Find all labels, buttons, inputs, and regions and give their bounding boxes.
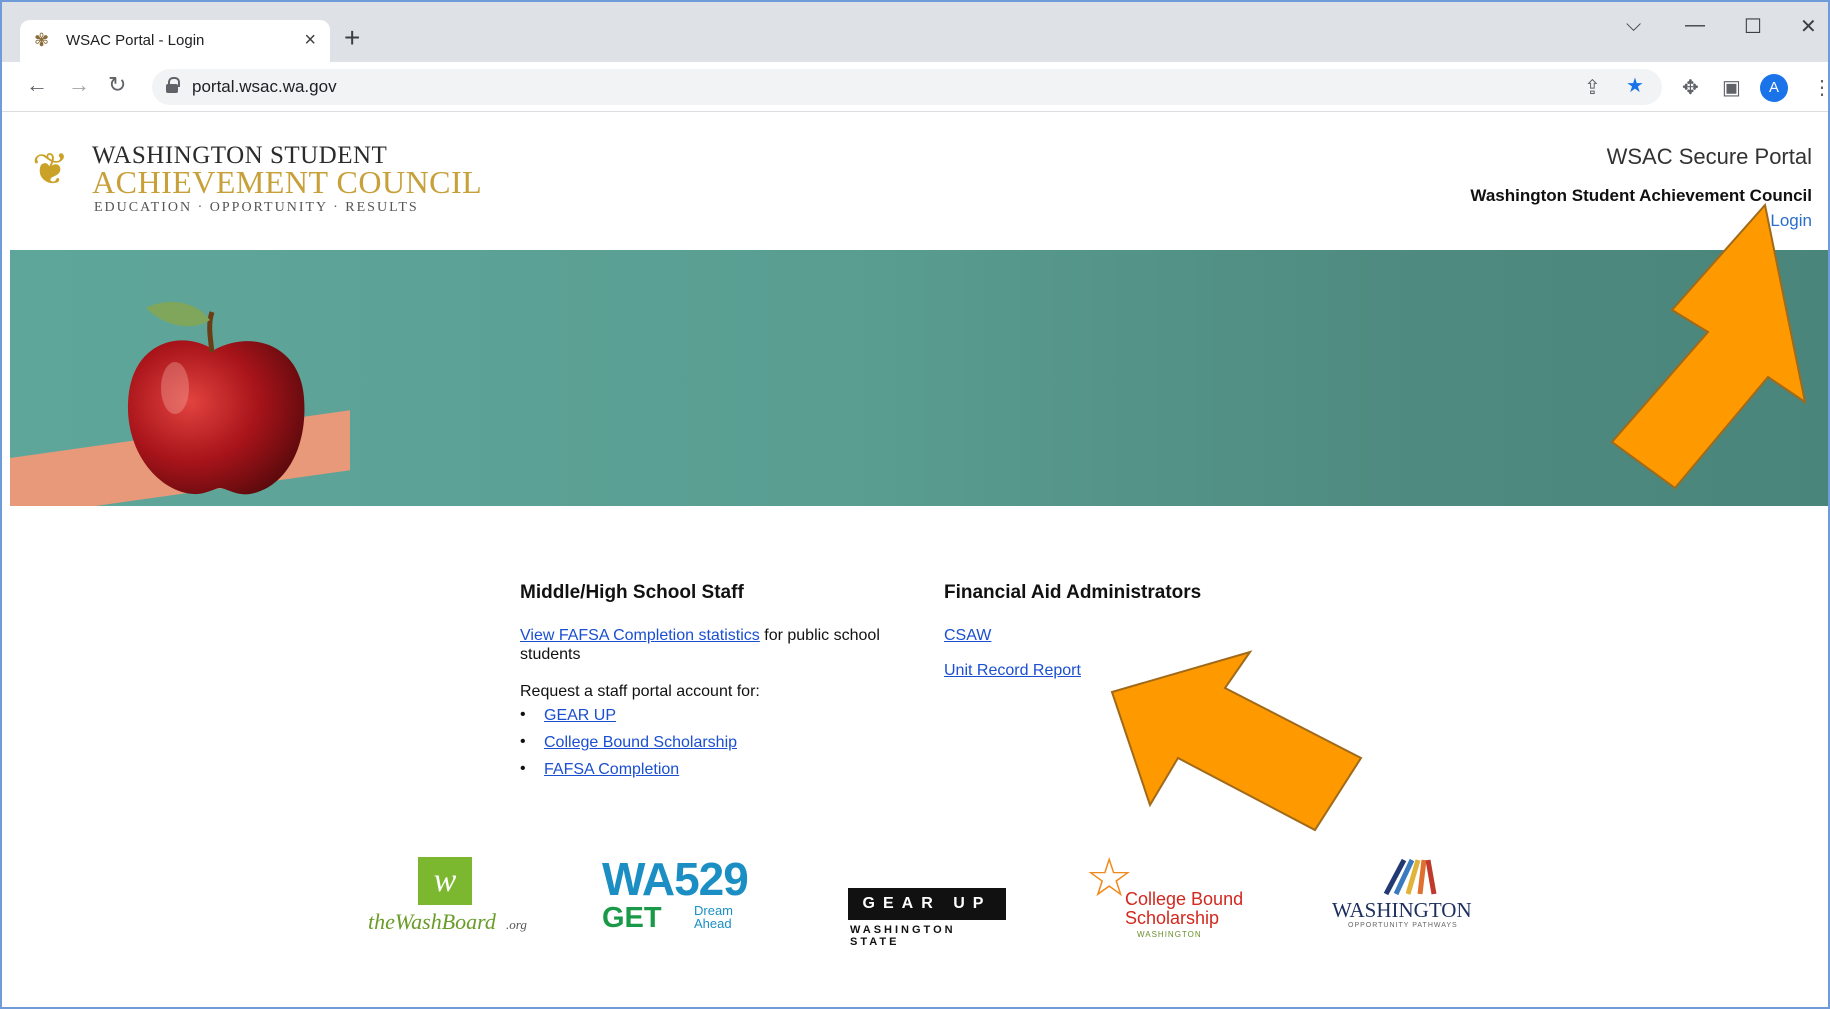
- csaw-link[interactable]: CSAW: [944, 627, 991, 644]
- fafsa-completion-link[interactable]: FAFSA Completion: [544, 761, 679, 778]
- washboard-text: theWashBoard: [368, 909, 496, 934]
- csaw-row: CSAW: [944, 626, 1264, 645]
- gear-up-sub: WASHINGTON STATE: [850, 924, 956, 948]
- fafsa-paragraph: View FAFSA Completion statistics for pub…: [520, 626, 890, 664]
- dream-ahead-text: Dream Ahead: [694, 903, 734, 931]
- wop-sub: OPPORTUNITY PATHWAYS: [1348, 922, 1458, 929]
- pathways-stripes-icon: [1383, 858, 1437, 896]
- close-window-icon[interactable]: ✕: [1800, 14, 1817, 39]
- login-pointer-arrow: [1610, 202, 1807, 490]
- maximize-icon[interactable]: ☐: [1744, 14, 1762, 39]
- list-item: GEAR UP: [520, 706, 890, 725]
- get-text: GET: [602, 902, 662, 934]
- browser-toolbar: ← → ↻ portal.wsac.wa.gov ⇪ ★ ✥ ▣ A ⋮: [2, 62, 1828, 112]
- college-bound-logo[interactable]: ☆ College Bound Scholarship WASHINGTON: [1085, 848, 1265, 942]
- request-text: Request a staff portal account for:: [520, 683, 760, 700]
- portal-title: WSAC Secure Portal: [1606, 144, 1812, 169]
- tab-title: WSAC Portal - Login: [66, 32, 205, 49]
- gear-up-link[interactable]: GEAR UP: [544, 707, 616, 724]
- tree-logo-icon: ❦: [32, 145, 69, 194]
- fin-aid-heading: Financial Aid Administrators: [944, 582, 1202, 603]
- close-tab-icon[interactable]: ×: [304, 29, 316, 52]
- share-icon[interactable]: ⇪: [1584, 75, 1601, 100]
- back-icon[interactable]: ←: [26, 72, 48, 98]
- staff-heading: Middle/High School Staff: [520, 582, 744, 603]
- staff-section: Middle/High School Staff View FAFSA Comp…: [520, 582, 890, 788]
- account-list: GEAR UP College Bound Scholarship FAFSA …: [520, 706, 890, 779]
- browser-window: ✾ WSAC Portal - Login × + ⌵ — ☐ ✕ ← → ↻ …: [0, 0, 1830, 1009]
- list-item: College Bound Scholarship: [520, 733, 890, 752]
- lock-icon[interactable]: [166, 77, 180, 93]
- wa529-logo[interactable]: WA529 GET Dream Ahead: [602, 853, 772, 936]
- favicon-icon: ✾: [34, 30, 50, 50]
- logo-line2: ACHIEVEMENT COUNCIL: [92, 164, 483, 200]
- wa529-text: WA529: [602, 853, 749, 905]
- apple-image: [127, 301, 305, 495]
- washboard-logo[interactable]: w theWashBoard .org: [368, 857, 528, 937]
- side-panel-icon[interactable]: ▣: [1722, 75, 1741, 100]
- bookmark-star-icon[interactable]: ★: [1626, 73, 1644, 98]
- minimize-icon[interactable]: —: [1685, 14, 1705, 37]
- gear-up-logo[interactable]: GEAR UP WASHINGTON STATE: [848, 888, 1010, 948]
- web-page: ❦ WASHINGTON STUDENT ACHIEVEMENT COUNCIL…: [10, 112, 1828, 1007]
- college-bound-link[interactable]: College Bound Scholarship: [544, 734, 737, 751]
- washboard-w-icon: w: [418, 857, 472, 905]
- fafsa-stats-link[interactable]: View FAFSA Completion statistics: [520, 627, 760, 644]
- hero-banner: [10, 250, 1828, 506]
- profile-avatar[interactable]: A: [1760, 74, 1788, 102]
- address-bar[interactable]: portal.wsac.wa.gov ⇪ ★: [152, 69, 1662, 105]
- gear-up-text: GEAR UP: [848, 888, 1006, 920]
- url-text[interactable]: portal.wsac.wa.gov: [192, 77, 337, 97]
- wsac-logo[interactable]: ❦ WASHINGTON STUDENT ACHIEVEMENT COUNCIL…: [32, 142, 492, 216]
- logo-tagline: EDUCATION · OPPORTUNITY · RESULTS: [94, 200, 419, 215]
- forward-icon[interactable]: →: [68, 72, 90, 98]
- washboard-suffix: .org: [506, 917, 527, 932]
- tab-wsac-portal[interactable]: ✾ WSAC Portal - Login ×: [20, 20, 330, 62]
- washington-opportunity-logo[interactable]: WASHINGTON OPPORTUNITY PATHWAYS: [1330, 856, 1490, 936]
- reload-icon[interactable]: ↻: [108, 72, 126, 98]
- menu-icon[interactable]: ⋮: [1812, 75, 1828, 100]
- tab-strip: ✾ WSAC Portal - Login × + ⌵ — ☐ ✕: [2, 2, 1828, 62]
- wop-text: WASHINGTON: [1332, 898, 1472, 922]
- unit-record-report-link[interactable]: Unit Record Report: [944, 662, 1081, 679]
- cbs-text: College Bound Scholarship: [1125, 889, 1244, 928]
- tab-search-icon[interactable]: ⌵: [1626, 14, 1641, 37]
- new-tab-button[interactable]: +: [344, 24, 360, 52]
- cbs-sub: WASHINGTON: [1137, 930, 1202, 939]
- list-item: FAFSA Completion: [520, 760, 890, 779]
- extensions-icon[interactable]: ✥: [1682, 75, 1699, 100]
